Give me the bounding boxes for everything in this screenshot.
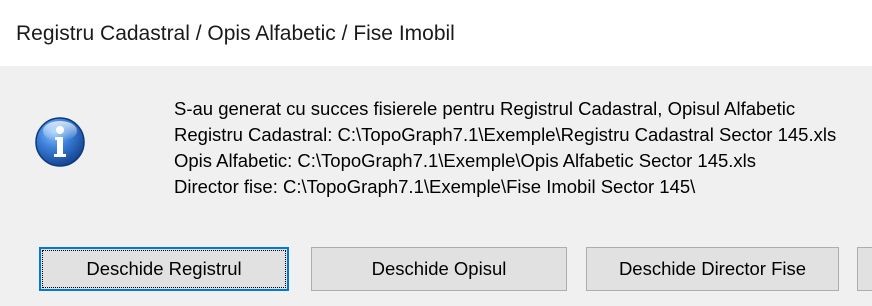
title-bar[interactable]: Registru Cadastral / Opis Alfabetic / Fi… [0,0,872,66]
message-line: Director fise: C:\TopoGraph7.1\Exemple\F… [174,176,696,197]
open-registry-label: Deschide Registrul [86,258,242,279]
open-folder-label: Deschide Director Fise [618,258,807,279]
window-title: Registru Cadastral / Opis Alfabetic / Fi… [16,22,455,45]
message-line: S-au generat cu succes fisierele pentru … [174,98,796,119]
message-line: Opis Alfabetic: C:\TopoGraph7.1\Exemple\… [174,150,757,171]
message-dialog: Registru Cadastral / Opis Alfabetic / Fi… [0,0,872,306]
message-text: S-au generat cu succes fisierele pentru … [174,96,836,200]
open-index-label: Deschide Opisul [371,258,507,279]
open-folder-button[interactable]: Deschide Director Fise [586,247,839,291]
message-line: Registru Cadastral: C:\TopoGraph7.1\Exem… [174,124,837,145]
open-registry-button[interactable]: Deschide Registrul [39,247,289,291]
open-index-button[interactable]: Deschide Opisul [311,247,567,291]
partial-button[interactable] [857,247,872,291]
information-icon [35,117,85,167]
